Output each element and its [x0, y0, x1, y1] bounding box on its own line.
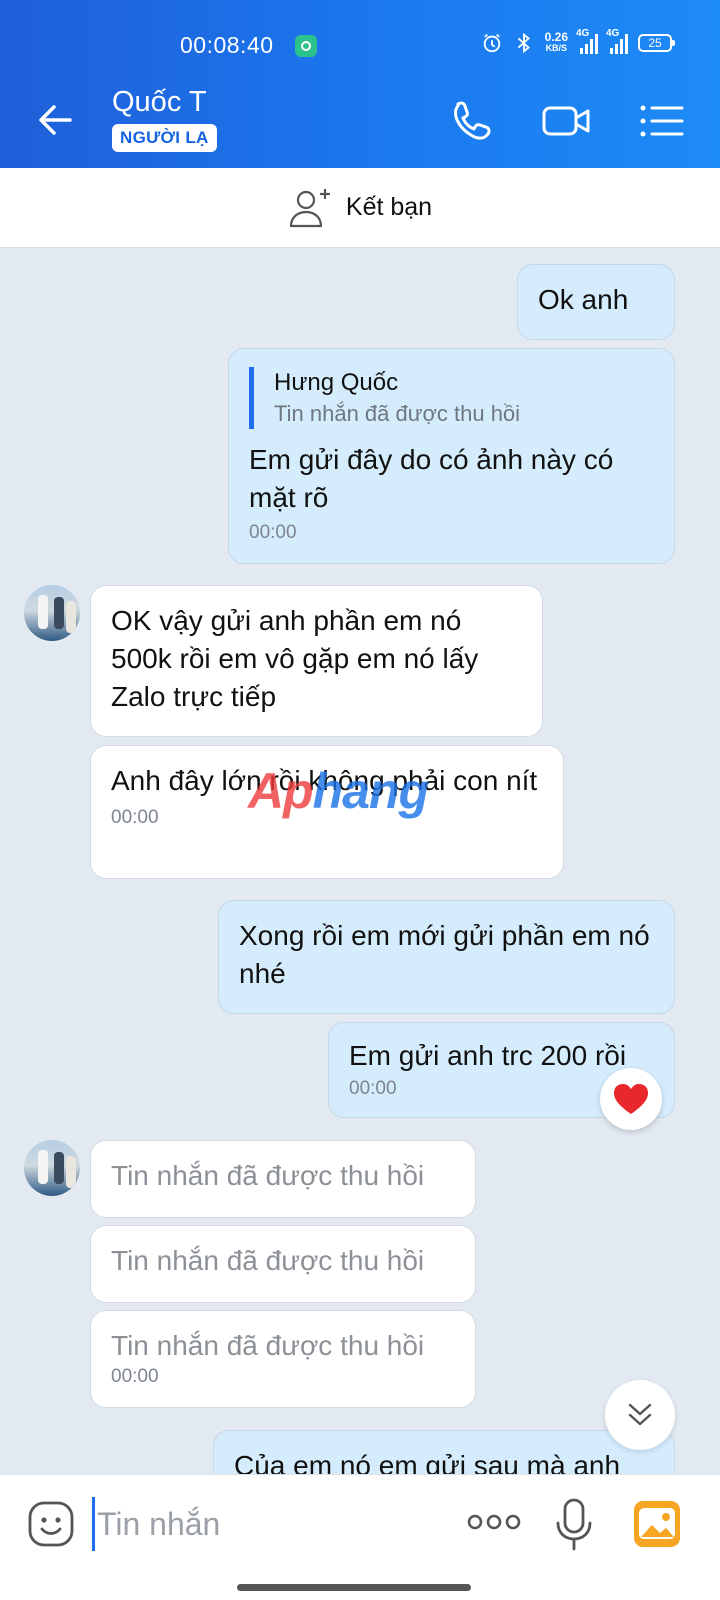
microphone-icon[interactable]: [554, 1497, 594, 1553]
signal-type-2: 4G: [606, 28, 620, 39]
more-options-icon[interactable]: [466, 1507, 522, 1537]
quoted-message[interactable]: Hưng Quốc Tin nhắn đã được thu hồi: [249, 367, 654, 429]
add-friend-label: Kết bạn: [345, 193, 433, 221]
notification-app-icon: [295, 35, 317, 57]
signal-icon: 4G: [576, 28, 598, 54]
message-bubble-recalled[interactable]: Tin nhắn đã được thu hồi 00:00: [90, 1310, 476, 1408]
network-speed: 0.26 KB/S: [544, 30, 568, 54]
quoted-text: Tin nhắn đã được thu hồi: [274, 401, 521, 426]
watermark-logo: Aphang: [248, 762, 429, 820]
bluetooth-icon: [517, 32, 530, 54]
message-input-bar: [0, 1474, 720, 1600]
heart-reaction-button[interactable]: [600, 1068, 662, 1130]
message-bubble-incoming[interactable]: OK vậy gửi anh phần em nó 500k rồi em vô…: [90, 585, 543, 737]
top-bar-background: 00:08:40 0.26 KB/S 4G 4G 25 Quốc T NGƯỜI …: [0, 0, 720, 168]
message-time: 00:00: [249, 522, 297, 543]
message-text: Xong rồi em mới gửi phần em nó nhé: [239, 920, 650, 989]
contact-avatar[interactable]: [24, 1140, 80, 1196]
phone-call-icon[interactable]: [446, 96, 498, 146]
message-text: Em gửi đây do có ảnh này có mặt rõ: [249, 444, 614, 513]
message-text: Ok anh: [538, 284, 629, 315]
status-bar: 00:08:40 0.26 KB/S 4G 4G 25: [0, 0, 720, 72]
alarm-icon: [483, 33, 500, 53]
recalled-text: Tin nhắn đã được thu hồi: [111, 1160, 425, 1191]
message-text: Em gửi anh trc 200 rồi: [349, 1040, 627, 1071]
message-text: OK vậy gửi anh phần em nó 500k rồi em vô…: [111, 605, 479, 712]
status-time: 00:08:40: [180, 32, 274, 58]
menu-list-icon[interactable]: [636, 96, 688, 146]
status-icons: 0.26 KB/S 4G 4G 25: [481, 28, 675, 54]
message-bubble-outgoing[interactable]: Xong rồi em mới gửi phần em nó nhé: [218, 900, 675, 1014]
home-indicator[interactable]: [237, 1584, 471, 1591]
video-call-icon[interactable]: [540, 96, 592, 146]
chevron-double-down-icon: [628, 1403, 652, 1426]
signal-type: 4G: [576, 28, 590, 39]
quoted-sender: Hưng Quốc: [274, 369, 399, 396]
add-friend-icon: [289, 188, 330, 227]
message-bubble-outgoing-reply[interactable]: Hưng Quốc Tin nhắn đã được thu hồi Em gử…: [228, 348, 675, 564]
stranger-badge: NGƯỜI LẠ: [112, 124, 217, 152]
watermark-part2: hang: [312, 763, 429, 819]
battery-icon: 25: [638, 34, 675, 52]
heart-icon: [614, 1084, 648, 1114]
recalled-text: Tin nhắn đã được thu hồi: [111, 1330, 425, 1361]
photo-gallery-icon[interactable]: [632, 1499, 682, 1549]
add-friend-bar[interactable]: Kết bạn: [0, 168, 720, 248]
recalled-text: Tin nhắn đã được thu hồi: [111, 1245, 425, 1276]
emoji-sticker-icon[interactable]: [26, 1499, 76, 1549]
message-bubble-recalled[interactable]: Tin nhắn đã được thu hồi: [90, 1140, 476, 1218]
network-speed-unit: KB/S: [545, 43, 568, 53]
contact-name[interactable]: Quốc T: [112, 86, 207, 119]
network-speed-value: 0.26: [544, 30, 568, 44]
scroll-to-bottom-button[interactable]: [605, 1380, 675, 1450]
message-time: 00:00: [111, 1366, 159, 1387]
watermark-part1: Ap: [248, 763, 314, 819]
signal-icon-2: 4G: [606, 28, 628, 54]
message-input[interactable]: [92, 1497, 432, 1551]
contact-avatar[interactable]: [24, 585, 80, 641]
chat-header: Quốc T NGƯỜI LẠ: [0, 72, 720, 168]
message-bubble-outgoing[interactable]: Ok anh: [517, 264, 675, 340]
message-bubble-recalled[interactable]: Tin nhắn đã được thu hồi: [90, 1225, 476, 1303]
back-arrow-icon[interactable]: [30, 94, 82, 146]
